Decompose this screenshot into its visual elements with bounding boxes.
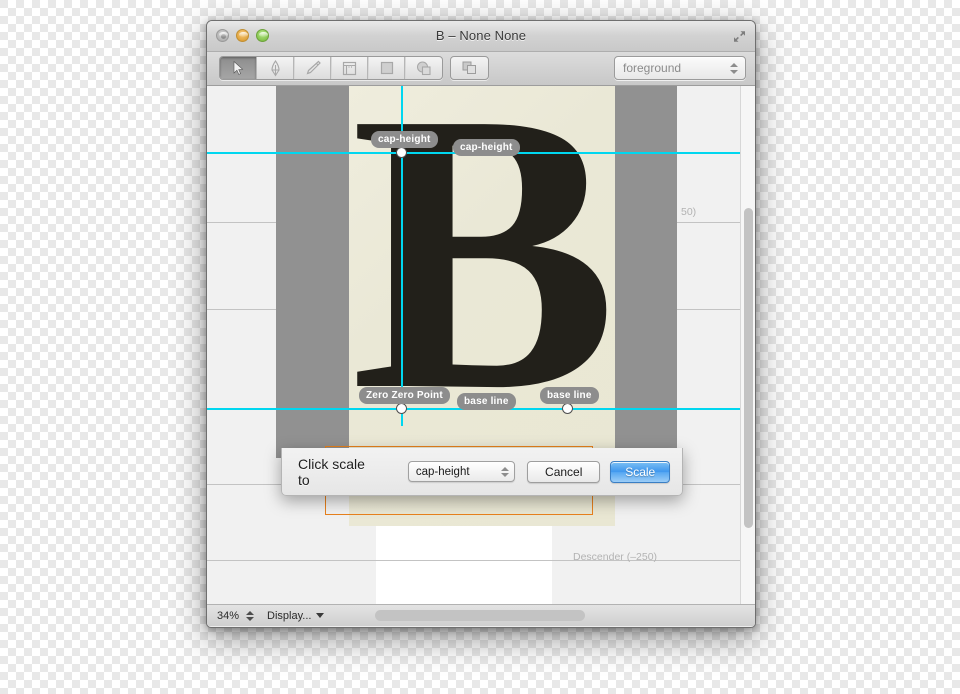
scale-sheet-label: Click scale to <box>298 455 365 488</box>
chevron-down-icon <box>316 613 325 618</box>
dim-band-left <box>276 86 349 458</box>
layer-select-value: foreground <box>623 61 682 75</box>
pencil-icon <box>305 60 321 76</box>
window-title: B – None None <box>435 28 527 43</box>
stacked-squares-icon <box>462 61 477 75</box>
fountain-pen-icon <box>269 59 282 77</box>
layer-select[interactable]: foreground <box>614 56 746 80</box>
rectangle-tool-button[interactable] <box>368 57 405 79</box>
fullscreen-arrows-icon[interactable] <box>732 29 747 44</box>
cancel-button[interactable]: Cancel <box>527 460 601 483</box>
base-line-pill-right[interactable]: base line <box>540 387 599 404</box>
status-bar: 34% Display... <box>207 604 755 626</box>
application-window: B – None None foreground 50) Descender (… <box>206 20 756 628</box>
pen-tool-button[interactable] <box>257 57 294 79</box>
ruler-icon <box>342 61 357 76</box>
shape-tool-button[interactable] <box>405 57 442 79</box>
display-menu[interactable]: Display... <box>267 609 325 622</box>
horizontal-scrollbar-thumb[interactable] <box>375 610 585 621</box>
display-menu-label: Display... <box>267 609 312 622</box>
node-cap-height[interactable] <box>396 147 407 158</box>
select-tool-button[interactable] <box>220 57 257 79</box>
node-zero-zero-point[interactable] <box>396 403 407 414</box>
cap-height-pill-right[interactable]: cap-height <box>453 139 520 156</box>
square-icon <box>380 61 394 75</box>
zoom-level-value: 34% <box>217 609 240 622</box>
pencil-tool-button[interactable] <box>294 57 331 79</box>
vertical-scrollbar[interactable] <box>740 86 755 604</box>
title-bar[interactable]: B – None None <box>207 21 755 52</box>
metric-line-descender <box>207 560 755 561</box>
arrange-objects-button[interactable] <box>451 57 488 79</box>
dim-band-right <box>615 86 677 458</box>
node-base-line-right[interactable] <box>562 403 573 414</box>
base-line-pill-left[interactable]: base line <box>457 393 516 410</box>
toolbar: foreground <box>207 52 755 86</box>
zero-zero-point-pill[interactable]: Zero Zero Point <box>359 387 450 404</box>
arrow-cursor-icon <box>233 61 244 75</box>
scale-sheet-dialog: Click scale to cap-height Cancel Scale <box>281 448 683 496</box>
scale-target-value: cap-height <box>415 465 470 478</box>
scale-target-stepper-icon[interactable] <box>498 466 514 477</box>
measure-tool-button[interactable] <box>331 57 368 79</box>
tool-segmented-control <box>219 56 443 80</box>
metric-label-descender: Descender (–250) <box>573 551 658 563</box>
scale-target-select[interactable]: cap-height <box>407 461 515 482</box>
scale-button[interactable]: Scale <box>610 460 670 483</box>
cap-height-pill-left[interactable]: cap-height <box>371 131 438 148</box>
horizontal-scrollbar[interactable] <box>375 610 751 622</box>
zoom-stepper[interactable] <box>246 610 255 621</box>
arrange-group <box>450 56 489 80</box>
layer-select-stepper-icon[interactable] <box>727 62 745 74</box>
metric-label-occluded: 50) <box>681 206 697 218</box>
glyph-canvas[interactable]: 50) Descender (–250) B cap-height cap-he… <box>207 86 755 604</box>
vertical-scrollbar-thumb[interactable] <box>744 208 753 528</box>
overlap-shapes-icon <box>416 60 432 76</box>
